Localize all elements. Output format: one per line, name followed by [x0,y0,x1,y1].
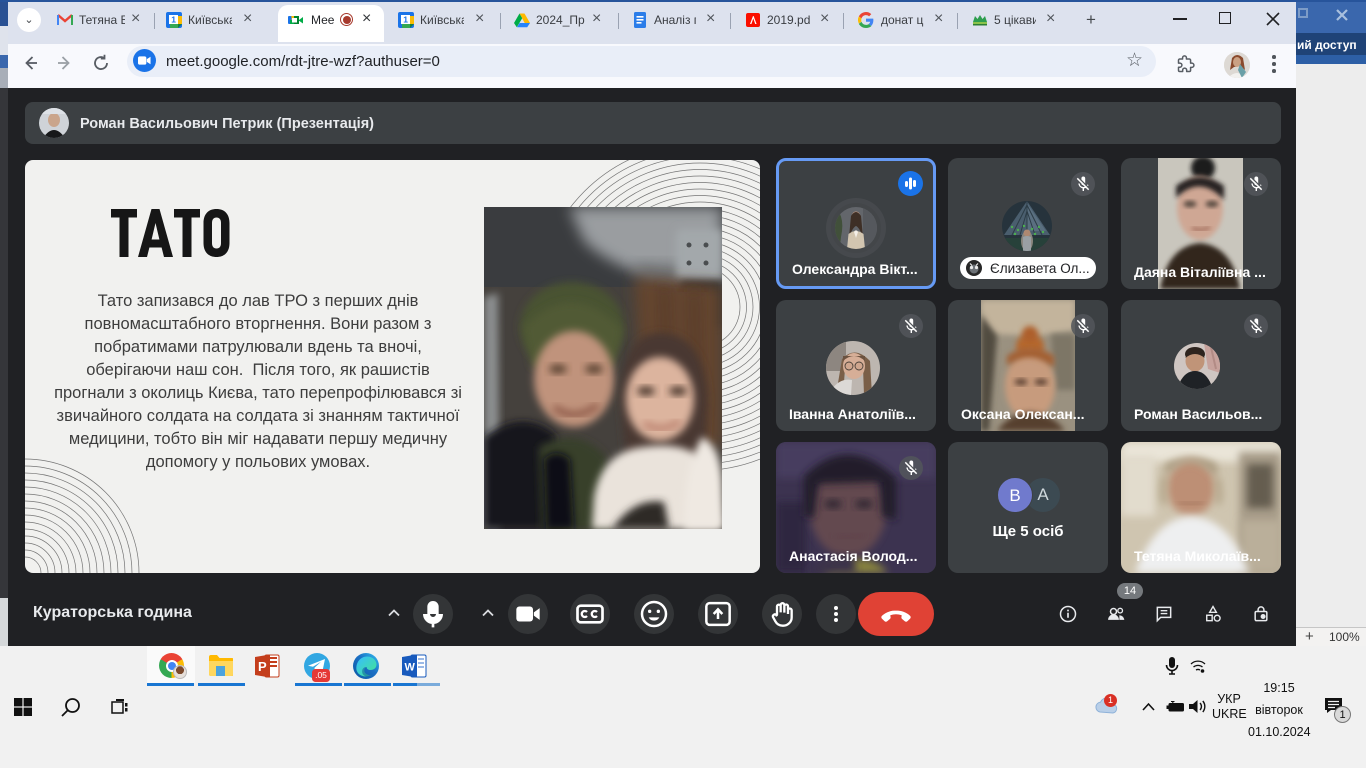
svg-text:P: P [258,659,267,674]
svg-text:1: 1 [403,15,408,25]
svg-text:W: W [405,662,416,674]
svg-text:1: 1 [171,15,176,25]
